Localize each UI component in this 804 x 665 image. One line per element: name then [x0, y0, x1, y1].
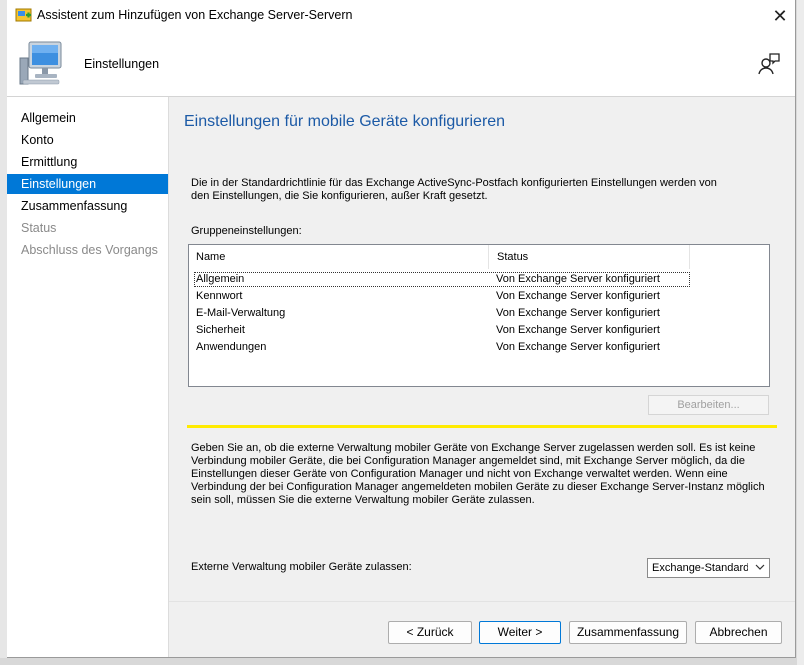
next-button[interactable]: Weiter >	[479, 621, 561, 644]
background-bottom-strip	[0, 658, 804, 665]
chevron-down-icon	[755, 564, 765, 570]
computer-icon	[19, 41, 62, 85]
row-name: Sicherheit	[196, 324, 245, 336]
nav-item-status: Status	[7, 218, 168, 238]
table-row[interactable]: E-Mail-Verwaltung Von Exchange Server ko…	[194, 306, 690, 321]
external-management-info: Geben Sie an, ob die externe Verwaltung …	[191, 442, 765, 506]
row-name: E-Mail-Verwaltung	[196, 307, 286, 319]
nav-item-label: Ermittlung	[21, 155, 78, 169]
wizard-app-icon	[15, 8, 32, 22]
wizard-nav: Allgemein Konto Ermittlung Einstellungen…	[7, 97, 169, 657]
nav-item-label: Einstellungen	[21, 177, 97, 191]
row-status: Von Exchange Server konfiguriert	[496, 324, 660, 336]
group-settings-list[interactable]: Name Status Allgemein Von Exchange Serve…	[188, 244, 770, 387]
nav-item-label: Allgemein	[21, 111, 76, 125]
nav-item-label: Konto	[21, 133, 54, 147]
main-panel: Einstellungen für mobile Geräte konfigur…	[169, 97, 795, 657]
row-status: Von Exchange Server konfiguriert	[496, 307, 660, 319]
group-settings-label: Gruppeneinstellungen:	[191, 225, 302, 237]
nav-item-allgemein[interactable]: Allgemein	[7, 108, 168, 128]
row-status: Von Exchange Server konfiguriert	[496, 290, 660, 302]
nav-item-einstellungen[interactable]: Einstellungen	[7, 174, 168, 194]
page-title: Einstellungen für mobile Geräte konfigur…	[184, 113, 506, 130]
edit-button[interactable]: Bearbeiten...	[648, 395, 769, 415]
table-row[interactable]: Kennwort Von Exchange Server konfigurier…	[194, 289, 690, 304]
row-name: Allgemein	[196, 273, 245, 285]
separator-line	[187, 425, 777, 428]
nav-item-label: Status	[21, 221, 57, 235]
nav-item-ermittlung[interactable]: Ermittlung	[7, 152, 168, 172]
title-bar: Assistent zum Hinzufügen von Exchange Se…	[7, 0, 795, 32]
row-status: Von Exchange Server konfiguriert	[496, 273, 660, 285]
row-name: Anwendungen	[196, 341, 267, 353]
help-person-icon[interactable]	[757, 52, 781, 76]
nav-item-abschluss: Abschluss des Vorgangs	[7, 240, 168, 260]
wizard-window: Assistent zum Hinzufügen von Exchange Se…	[7, 0, 796, 658]
button-separator	[169, 601, 795, 602]
description-text: Die in der Standardrichtlinie für das Ex…	[191, 177, 717, 202]
row-status: Von Exchange Server konfiguriert	[496, 341, 660, 353]
nav-item-zusammenfassung[interactable]: Zusammenfassung	[7, 196, 168, 216]
table-row[interactable]: Anwendungen Von Exchange Server konfigur…	[194, 340, 690, 355]
window-title: Assistent zum Hinzufügen von Exchange Se…	[37, 8, 353, 22]
header-title: Einstellungen	[84, 57, 160, 71]
column-header-name[interactable]: Name	[189, 245, 489, 269]
background-right-strip	[797, 0, 804, 665]
background-left-strip	[0, 0, 7, 665]
cancel-button[interactable]: Abbrechen	[695, 621, 782, 644]
external-management-label: Externe Verwaltung mobiler Geräte zulass…	[191, 561, 412, 573]
table-row[interactable]: Sicherheit Von Exchange Server konfiguri…	[194, 323, 690, 338]
table-row[interactable]: Allgemein Von Exchange Server konfigurie…	[194, 272, 690, 287]
select-value: Exchange-Standardw	[652, 562, 748, 574]
summary-button[interactable]: Zusammenfassung	[569, 621, 687, 644]
wizard-header: Einstellungen	[7, 32, 795, 97]
external-management-select[interactable]: Exchange-Standardw	[647, 558, 770, 578]
row-name: Kennwort	[196, 290, 243, 302]
back-button[interactable]: < Zurück	[388, 621, 472, 644]
close-icon[interactable]: ✕	[769, 5, 791, 27]
nav-item-label: Zusammenfassung	[21, 199, 128, 213]
nav-item-label: Abschluss des Vorgangs	[21, 243, 158, 257]
column-header-status[interactable]: Status	[490, 245, 690, 269]
nav-item-konto[interactable]: Konto	[7, 130, 168, 150]
